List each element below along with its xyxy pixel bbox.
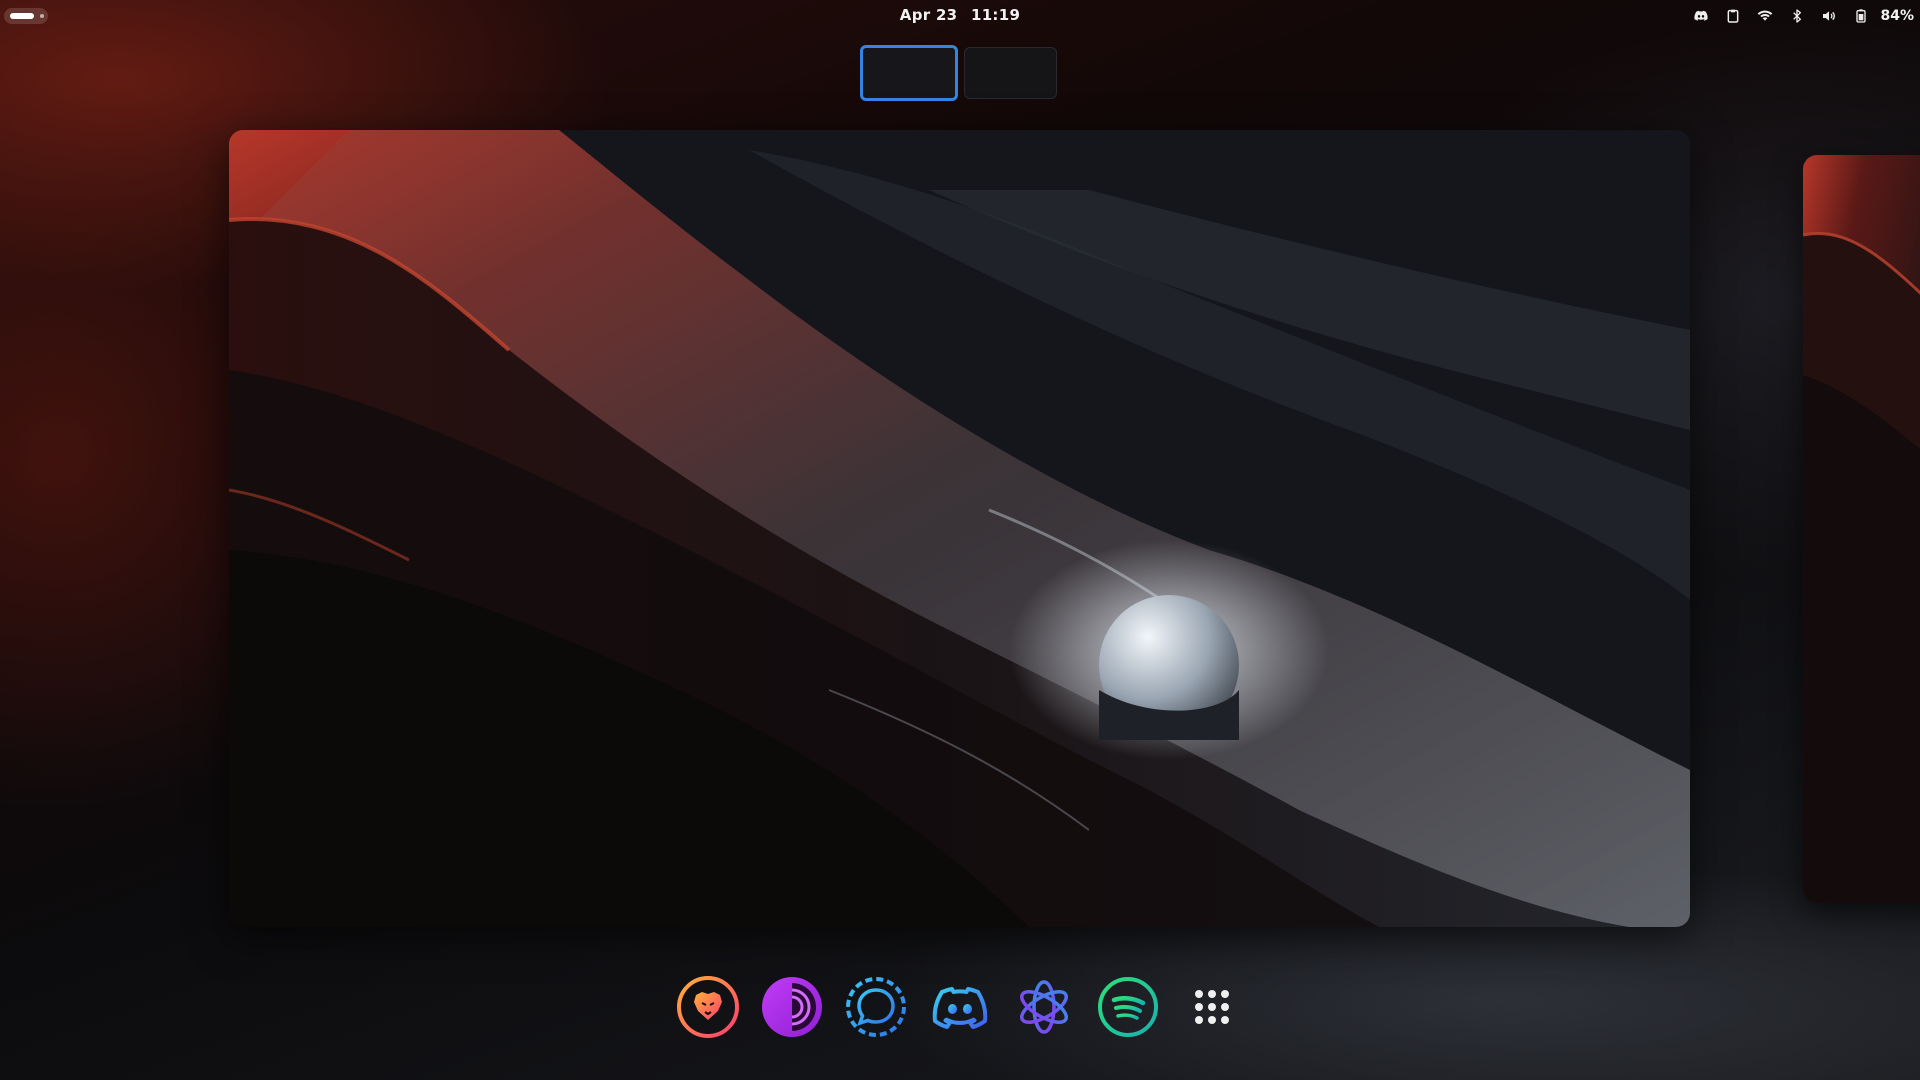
dash-app-brave[interactable] [676, 975, 740, 1039]
volume-icon[interactable] [1820, 7, 1838, 25]
desktop-overview: Apr 23 11:19 84% [0, 0, 1920, 1080]
workspace-thumbnail-1[interactable] [860, 45, 958, 101]
dash [0, 975, 1920, 1039]
tor-browser-icon [762, 977, 822, 1037]
wifi-icon[interactable] [1756, 7, 1774, 25]
bluetooth-icon[interactable] [1788, 7, 1806, 25]
wallpaper-image [1803, 155, 1920, 903]
top-bar: Apr 23 11:19 84% [0, 0, 1920, 32]
workspace-thumbnails [860, 45, 1057, 101]
date-time[interactable]: Apr 23 11:19 [0, 6, 1920, 24]
dash-app-signal[interactable] [844, 975, 908, 1039]
workspace-thumbnail-2[interactable] [964, 47, 1057, 99]
discord-icon [932, 987, 988, 1029]
dash-app-chatgpt[interactable] [1012, 975, 1076, 1039]
wallpaper-image [229, 130, 1690, 927]
clipboard-icon[interactable] [1724, 7, 1742, 25]
date-label: Apr 23 [899, 6, 958, 24]
discord-icon[interactable] [1692, 7, 1710, 25]
signal-icon [846, 977, 906, 1037]
system-tray[interactable]: 84% [1692, 5, 1914, 27]
brave-icon [677, 976, 739, 1038]
battery-icon[interactable] [1852, 7, 1870, 25]
time-label: 11:19 [970, 6, 1021, 24]
show-applications-button[interactable] [1180, 975, 1244, 1039]
dash-app-tor-browser[interactable] [760, 975, 824, 1039]
chatgpt-icon [1020, 980, 1068, 1034]
workspace-preview-current[interactable] [229, 130, 1690, 927]
dash-app-spotify[interactable] [1096, 975, 1160, 1039]
dash-app-discord[interactable] [928, 975, 992, 1039]
battery-percentage: 84% [1880, 8, 1914, 24]
workspace-preview-next[interactable] [1803, 155, 1920, 903]
app-grid-icon [1195, 990, 1229, 1024]
spotify-icon [1098, 977, 1158, 1037]
